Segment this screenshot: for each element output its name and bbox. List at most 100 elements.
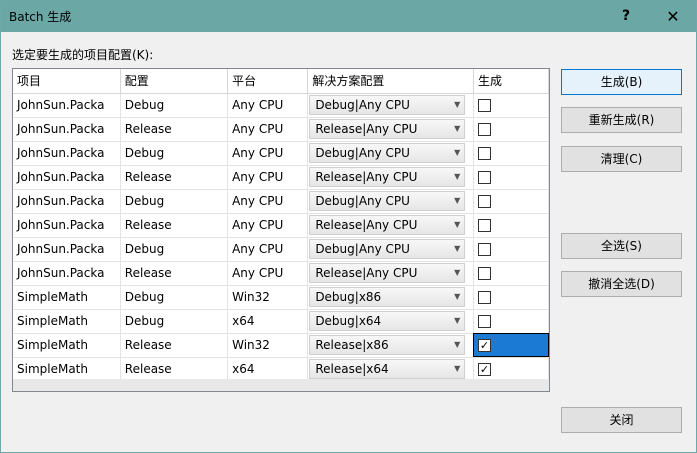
build-cell[interactable]: [473, 93, 549, 118]
solution-config-dropdown[interactable]: Release|x86 ▼: [309, 335, 466, 355]
table-row[interactable]: SimpleMath Debug Win32 Debug|x86 ▼: [13, 285, 549, 310]
solution-config-dropdown[interactable]: Debug|Any CPU ▼: [309, 239, 466, 259]
config-cell[interactable]: Debug: [120, 189, 229, 214]
build-checkbox[interactable]: [477, 243, 491, 256]
config-cell[interactable]: Release: [120, 357, 229, 382]
build-checkbox[interactable]: [477, 171, 491, 184]
solution-config-dropdown[interactable]: Debug|x64 ▼: [309, 311, 466, 331]
rebuild-button[interactable]: 重新生成(R): [561, 107, 682, 133]
build-checkbox[interactable]: [477, 99, 491, 112]
platform-cell[interactable]: x64: [227, 357, 309, 382]
solution-config-dropdown[interactable]: Debug|Any CPU ▼: [309, 191, 466, 211]
project-cell[interactable]: JohnSun.Packa: [13, 117, 121, 142]
help-button[interactable]: ?: [611, 1, 641, 32]
build-cell[interactable]: [473, 309, 549, 334]
solution-config-cell: Debug|Any CPU ▼: [307, 93, 474, 118]
column-header-build[interactable]: 生成: [473, 69, 549, 94]
config-cell[interactable]: Release: [120, 165, 229, 190]
build-cell[interactable]: ✓: [473, 357, 549, 382]
config-cell[interactable]: Release: [120, 261, 229, 286]
project-cell[interactable]: JohnSun.Packa: [13, 141, 121, 166]
build-cell[interactable]: [473, 117, 549, 142]
table-row[interactable]: JohnSun.Packa Release Any CPU Release|Any C…: [13, 213, 549, 238]
column-header-platform[interactable]: 平台: [227, 69, 309, 94]
column-header-project[interactable]: 项目: [13, 69, 121, 94]
solution-config-dropdown[interactable]: Release|Any CPU ▼: [309, 119, 466, 139]
project-cell[interactable]: SimpleMath: [13, 309, 121, 334]
solution-config-dropdown[interactable]: Release|Any CPU ▼: [309, 167, 466, 187]
build-button[interactable]: 生成(B): [561, 69, 682, 95]
build-cell[interactable]: [473, 165, 549, 190]
close-button[interactable]: 关闭: [561, 407, 682, 433]
build-checkbox[interactable]: [477, 315, 491, 328]
column-header-solution-config[interactable]: 解决方案配置: [307, 69, 474, 94]
project-cell[interactable]: JohnSun.Packa: [13, 213, 121, 238]
clean-button[interactable]: 清理(C): [561, 146, 682, 172]
project-cell[interactable]: SimpleMath: [13, 285, 121, 310]
build-cell[interactable]: [473, 141, 549, 166]
project-config-grid[interactable]: 项目 配置 平台 解决方案配置 生成 JohnSun.Packa Debug Any…: [12, 68, 550, 392]
build-checkbox[interactable]: ✓: [477, 363, 491, 376]
column-header-config[interactable]: 配置: [120, 69, 229, 94]
table-row[interactable]: JohnSun.Packa Debug Any CPU Debug|Any CPU ▼: [13, 141, 549, 166]
platform-cell[interactable]: Any CPU: [227, 261, 309, 286]
platform-cell[interactable]: Any CPU: [227, 117, 309, 142]
config-cell[interactable]: Release: [120, 117, 229, 142]
project-cell[interactable]: JohnSun.Packa: [13, 93, 121, 118]
deselect-all-button[interactable]: 撤消全选(D): [561, 271, 682, 297]
config-cell[interactable]: Debug: [120, 309, 229, 334]
build-cell[interactable]: [473, 189, 549, 214]
select-all-button[interactable]: 全选(S): [561, 233, 682, 259]
build-cell[interactable]: ✓: [473, 333, 549, 358]
table-row[interactable]: JohnSun.Packa Release Any CPU Release|Any C…: [13, 261, 549, 286]
config-cell[interactable]: Debug: [120, 141, 229, 166]
platform-cell[interactable]: Win32: [227, 285, 309, 310]
table-row[interactable]: SimpleMath Release Win32 Release|x86 ▼ ✓: [13, 333, 549, 358]
platform-cell[interactable]: Any CPU: [227, 165, 309, 190]
table-row[interactable]: SimpleMath Release x64 Release|x64 ▼ ✓: [13, 357, 549, 382]
project-cell[interactable]: JohnSun.Packa: [13, 189, 121, 214]
build-checkbox[interactable]: [477, 147, 491, 160]
table-row[interactable]: JohnSun.Packa Debug Any CPU Debug|Any CPU ▼: [13, 237, 549, 262]
build-checkbox[interactable]: ✓: [477, 339, 491, 352]
table-row[interactable]: JohnSun.Packa Debug Any CPU Debug|Any CPU ▼: [13, 189, 549, 214]
solution-config-dropdown[interactable]: Release|Any CPU ▼: [309, 215, 466, 235]
platform-cell[interactable]: Any CPU: [227, 237, 309, 262]
project-cell[interactable]: JohnSun.Packa: [13, 261, 121, 286]
config-cell[interactable]: Debug: [120, 93, 229, 118]
config-cell[interactable]: Release: [120, 213, 229, 238]
solution-config-dropdown[interactable]: Debug|Any CPU ▼: [309, 95, 466, 115]
platform-cell[interactable]: Any CPU: [227, 189, 309, 214]
project-cell[interactable]: SimpleMath: [13, 357, 121, 382]
platform-cell[interactable]: x64: [227, 309, 309, 334]
solution-config-dropdown[interactable]: Debug|Any CPU ▼: [309, 143, 466, 163]
build-checkbox[interactable]: [477, 195, 491, 208]
config-cell[interactable]: Debug: [120, 237, 229, 262]
horizontal-scrollbar[interactable]: [13, 379, 549, 391]
solution-config-dropdown[interactable]: Release|x64 ▼: [309, 359, 466, 379]
build-checkbox[interactable]: [477, 267, 491, 280]
platform-cell[interactable]: Win32: [227, 333, 309, 358]
table-row[interactable]: JohnSun.Packa Release Any CPU Release|Any C…: [13, 117, 549, 142]
config-cell[interactable]: Debug: [120, 285, 229, 310]
build-cell[interactable]: [473, 261, 549, 286]
solution-config-dropdown[interactable]: Release|Any CPU ▼: [309, 263, 466, 283]
table-row[interactable]: SimpleMath Debug x64 Debug|x64 ▼: [13, 309, 549, 334]
project-cell[interactable]: JohnSun.Packa: [13, 237, 121, 262]
platform-cell[interactable]: Any CPU: [227, 213, 309, 238]
solution-config-dropdown[interactable]: Debug|x86 ▼: [309, 287, 466, 307]
build-cell[interactable]: [473, 285, 549, 310]
build-checkbox[interactable]: [477, 123, 491, 136]
build-cell[interactable]: [473, 237, 549, 262]
platform-cell[interactable]: Any CPU: [227, 93, 309, 118]
table-row[interactable]: JohnSun.Packa Release Any CPU Release|Any C…: [13, 165, 549, 190]
table-row[interactable]: JohnSun.Packa Debug Any CPU Debug|Any CPU ▼: [13, 93, 549, 118]
project-cell[interactable]: JohnSun.Packa: [13, 165, 121, 190]
build-cell[interactable]: [473, 213, 549, 238]
config-cell[interactable]: Release: [120, 333, 229, 358]
close-icon[interactable]: ✕: [658, 1, 688, 32]
project-cell[interactable]: SimpleMath: [13, 333, 121, 358]
build-checkbox[interactable]: [477, 219, 491, 232]
build-checkbox[interactable]: [477, 291, 491, 304]
platform-cell[interactable]: Any CPU: [227, 141, 309, 166]
